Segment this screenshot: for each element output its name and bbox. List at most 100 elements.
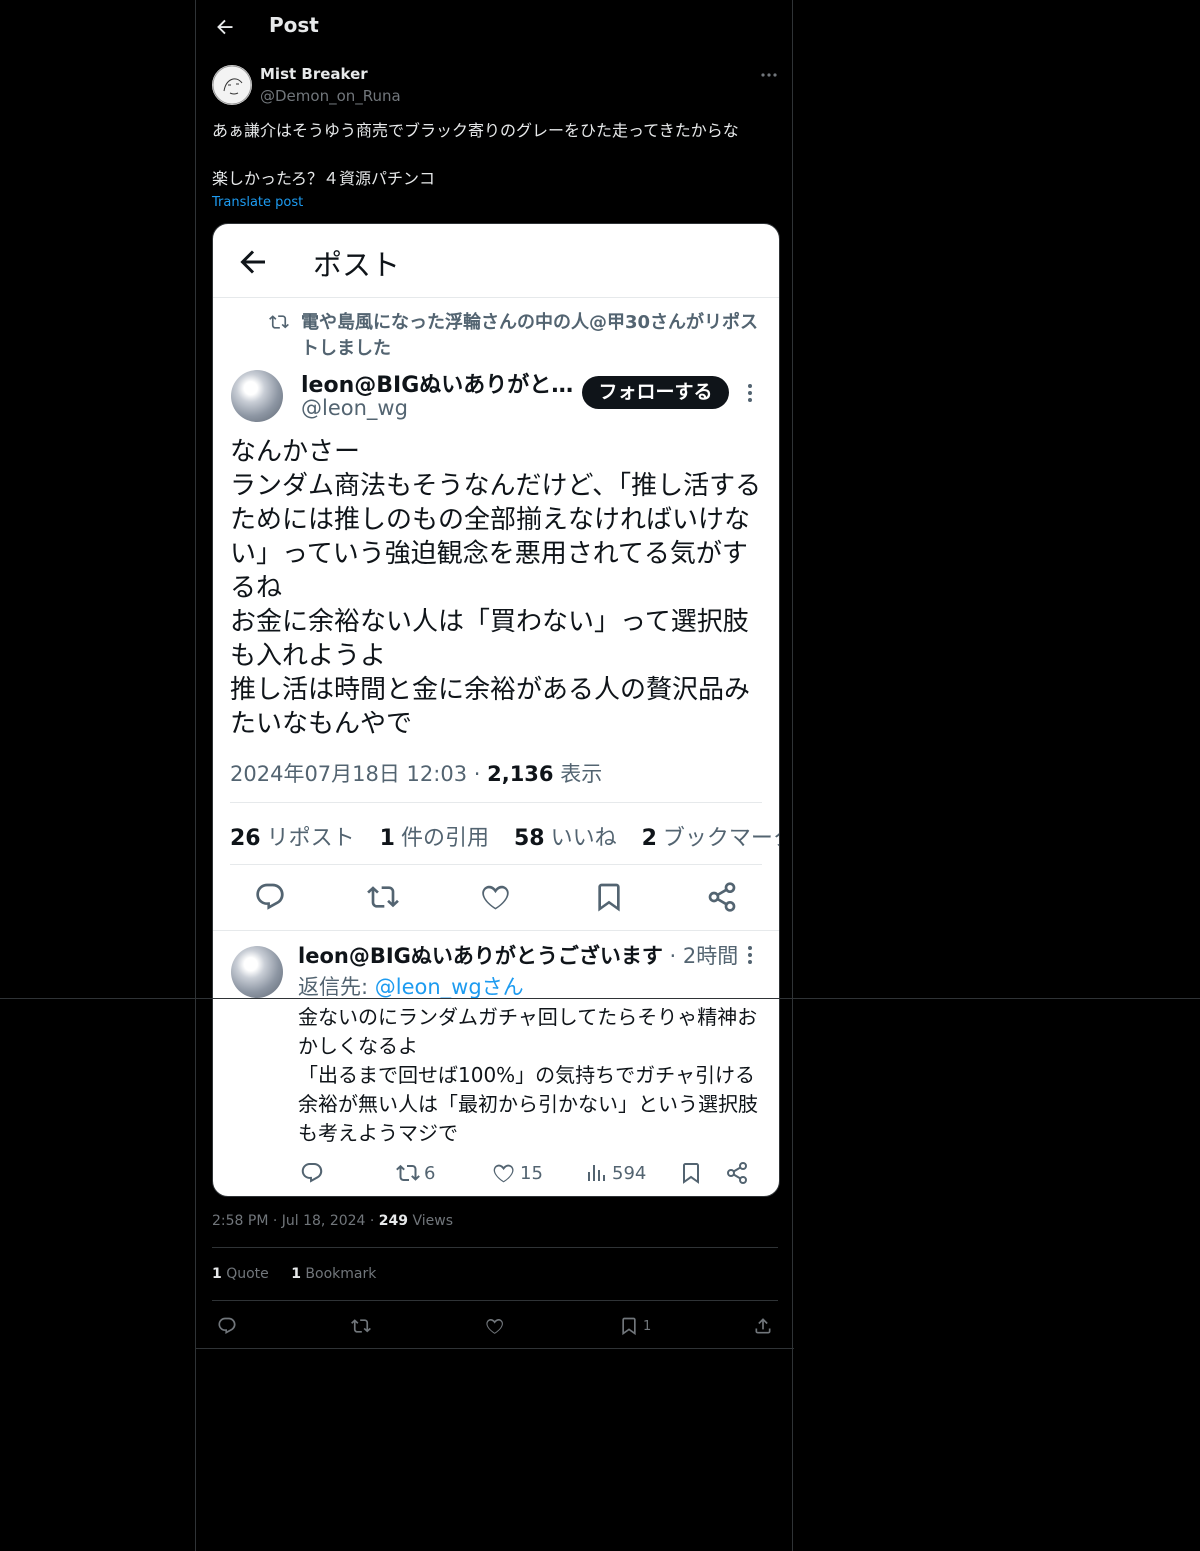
embedded-date: 2024年07月18日 12:03 · [230, 762, 488, 786]
repost-note: 電や島風になった浮輪さんの中の人@甲30さんがリポストしました [301, 312, 759, 359]
embedded-stats: 26リポスト 1件の引用 58いいね 2ブックマーク [230, 820, 779, 852]
reply-avatar [231, 946, 283, 998]
reply-body-line: 金ないのにランダムガチャ回してたらそりゃ精神おかしくなるよ [298, 1005, 758, 1058]
embedded-body-line: なんかさー [230, 437, 361, 467]
horizontal-guide-line [0, 998, 1200, 999]
reply-reply-action [300, 1158, 324, 1188]
like-label: いいね [550, 826, 617, 851]
share-icon [708, 882, 736, 912]
quotes-label: Quote [221, 1266, 269, 1282]
author-name[interactable]: Mist Breaker [260, 65, 368, 83]
quote-label: 件の引用 [400, 826, 489, 851]
top-bar: Post [196, 0, 794, 54]
engagement-counts: 1 Quote 1 Bookmark [212, 1266, 394, 1282]
quotes-count: 1 [212, 1266, 222, 1282]
embedded-views-count: 2,136 [487, 762, 554, 786]
main-column: Post Mist Breaker @Demon_on_Runa あぁ謙介はそう… [195, 0, 794, 1551]
reply-like-count: 15 [520, 1162, 543, 1184]
reply-views-count: 594 [612, 1162, 647, 1184]
reply-retweet-action: 6 [396, 1158, 435, 1188]
reply-icon [218, 1317, 236, 1334]
reply-views-action: 594 [584, 1158, 646, 1188]
embedded-post-body: なんかさー ランダム商法もそうなんだけど、「推し活するためには推しのもの全部揃え… [230, 435, 770, 741]
like-count: 58 [513, 826, 545, 851]
divider [230, 802, 762, 803]
reply-author: leon@BIGぬいありがとうございます · 2時間 [298, 940, 738, 970]
views-count: 249 [378, 1213, 409, 1229]
retweet-icon [396, 1164, 420, 1181]
reply-to-prefix: 返信先: [298, 975, 375, 999]
retweet-icon [367, 886, 399, 908]
embedded-datetime: 2024年07月18日 12:03 · 2,136 表示 [230, 758, 602, 788]
embedded-author-name: leon@BIGぬいありがと… [301, 373, 574, 398]
reply-time: · 2時間 [662, 944, 739, 968]
embedded-body-line: お金に余裕ない人は「買わない」って選択肢も入れようよ [230, 607, 749, 671]
reply-body: 金ないのにランダムガチャ回してたらそりゃ精神おかしくなるよ 「出るまで回せば10… [298, 1003, 768, 1148]
reply-repost-count: 6 [424, 1162, 436, 1184]
views-label: Views [408, 1213, 453, 1229]
reply-body-line: 「出るまで回せば100%」の気持ちでガチャ引ける余裕が無い人は「最初から引かない… [298, 1063, 758, 1145]
bookmark-icon [683, 1163, 699, 1184]
divider [230, 864, 762, 865]
repost-count: 26 [230, 826, 261, 851]
embedded-body-line: 推し活は時間と金に余裕がある人の贅沢品みたいなもんやで [230, 675, 751, 739]
quote-count: 1 [379, 826, 395, 851]
reply-author-name: leon@BIGぬいありがとうございます [298, 944, 663, 968]
quotes-link[interactable]: 1 Quote [212, 1266, 269, 1282]
reply-to: 返信先: @leon_wgさん [298, 971, 524, 1001]
more-options-icon[interactable] [758, 64, 780, 86]
reply-icon [301, 1163, 323, 1183]
reply-bookmark-action [679, 1158, 703, 1188]
bookmark-button-count: 1 [643, 1318, 652, 1334]
post-timestamp[interactable]: 2:58 PM · Jul 18, 2024 · [212, 1213, 379, 1229]
reply-icon [256, 883, 284, 910]
share-icon [727, 1162, 747, 1184]
post-line-1: あぁ謙介はそうゆう商売でブラック寄りのグレーをひた走ってきたからな [212, 121, 739, 140]
bookmark-icon [598, 883, 620, 912]
reply-to-handle: @leon_wgさん [374, 975, 524, 999]
bookmarks-label: Bookmark [300, 1266, 377, 1282]
bookmark-icon [622, 1317, 636, 1336]
bookmark-count: 2 [641, 826, 657, 851]
reply-button[interactable] [217, 1315, 237, 1337]
attached-image[interactable]: ポスト 電や島風になった浮輪さんの中の人@甲30さんがリポストしました leon… [212, 223, 780, 1197]
bookmarks-count: 1 [291, 1266, 301, 1282]
heart-icon [482, 885, 509, 910]
repost-button[interactable] [351, 1315, 371, 1337]
embedded-back-arrow-icon [240, 250, 265, 274]
author-handle[interactable]: @Demon_on_Runa [260, 87, 401, 105]
embedded-more-icon [748, 384, 752, 402]
divider [213, 930, 779, 931]
translate-post-link[interactable]: Translate post [212, 195, 303, 210]
repost-icon [269, 315, 289, 329]
heart-icon [486, 1318, 503, 1334]
bookmark-button[interactable]: 1 [619, 1315, 651, 1337]
heart-icon [493, 1164, 514, 1183]
upload-share-icon [755, 1318, 771, 1334]
divider [213, 297, 779, 298]
avatar[interactable] [212, 65, 252, 105]
bookmark-label: ブックマーク [662, 826, 779, 851]
reply-share-action [725, 1158, 749, 1188]
analytics-icon [588, 1165, 605, 1181]
page-title: Post [269, 13, 319, 37]
embedded-views-label: 表示 [553, 762, 603, 786]
embedded-title: ポスト [313, 248, 401, 282]
retweet-icon [351, 1319, 371, 1333]
like-button[interactable] [485, 1315, 505, 1337]
reply-like-action: 15 [492, 1158, 543, 1188]
embedded-avatar [231, 370, 283, 422]
post-meta: 2:58 PM · Jul 18, 2024 · 249 Views [212, 1213, 453, 1229]
divider [212, 1247, 778, 1248]
follow-button: フォローする [582, 376, 729, 409]
back-arrow-icon[interactable] [210, 12, 240, 42]
embedded-body-line: ランダム商法もそうなんだけど、「推し活するためには推しのもの全部揃えなければいけ… [230, 471, 762, 603]
divider [212, 1300, 778, 1301]
reply-more-icon [748, 946, 752, 964]
repost-label: リポスト [266, 826, 355, 851]
embedded-author-handle: @leon_wg [301, 396, 408, 420]
divider [196, 1348, 794, 1349]
post-line-2: 楽しかったろ？４資源パチンコ [212, 169, 436, 188]
share-button[interactable] [753, 1315, 773, 1337]
bookmarks-link[interactable]: 1 Bookmark [291, 1266, 376, 1282]
